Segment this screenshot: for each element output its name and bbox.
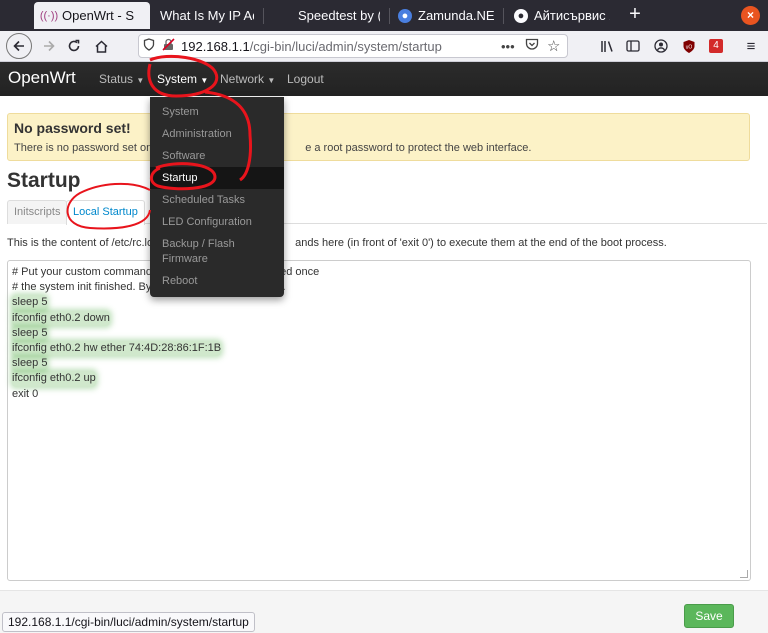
url-path: /cgi-bin/luci/admin/system/startup: [249, 38, 442, 54]
page-actions-icon[interactable]: •••: [501, 39, 515, 54]
alert-text-start: There is no password set on: [14, 142, 153, 154]
script-line: exit 0: [12, 387, 746, 402]
pocket-icon[interactable]: [525, 38, 539, 54]
luci-top-bar: OpenWrt Status ▼ System ▼ Network ▼ Logo…: [0, 62, 768, 96]
shield-icon[interactable]: [139, 38, 159, 54]
back-arrow-icon[interactable]: [6, 33, 32, 59]
menu-item-led-configuration[interactable]: LED Configuration: [150, 215, 284, 230]
page-viewport: OpenWrt Status ▼ System ▼ Network ▼ Logo…: [0, 62, 768, 633]
forward-arrow-icon[interactable]: [37, 34, 61, 58]
alert-text-end: e a root password to protect the web int…: [305, 142, 532, 154]
reload-icon[interactable]: [62, 34, 86, 58]
extension-badge-icon[interactable]: 4: [705, 35, 727, 57]
menu-item-software[interactable]: Software: [150, 149, 284, 164]
script-line-text: # Put your custom command: [12, 266, 153, 278]
script-line-text: sleep 5: [12, 356, 48, 372]
nav-logout[interactable]: Logout: [287, 72, 324, 86]
tab-initscripts[interactable]: Initscripts: [7, 200, 68, 224]
url-host: 192.168.1.1: [181, 38, 250, 54]
save-button[interactable]: Save: [684, 604, 734, 628]
script-line: ifconfig eth0.2 down: [12, 310, 746, 326]
new-tab-button[interactable]: +: [624, 4, 646, 26]
menu-item-label: Firmware: [162, 253, 208, 265]
extension-badge-count: 4: [709, 39, 723, 53]
brand-logo[interactable]: OpenWrt: [8, 68, 76, 88]
password-alert: No password set! There is no password se…: [7, 113, 750, 161]
nav-system-label: System: [157, 72, 198, 86]
tab-zamunda[interactable]: ● Zamunda.NET: [390, 2, 502, 29]
tab-itservice[interactable]: ● Айтисървис 2(: [506, 2, 618, 29]
tab-title: Zamunda.NET: [418, 8, 494, 23]
tab-separator: [263, 8, 264, 24]
script-line: sleep 5: [12, 295, 746, 311]
script-line: # Put your custom command ted once: [12, 265, 746, 280]
caret-down-icon: ▼: [200, 76, 209, 85]
home-icon[interactable]: [89, 34, 113, 58]
script-line-text: ifconfig eth0.2 hw ether 74:4D:28:86:1F:…: [12, 341, 222, 357]
script-line-text: ifconfig eth0.2 up: [12, 371, 96, 387]
tab-whatismyip[interactable]: What Is My IP Add: [152, 2, 262, 29]
description-end: ands here (in front of 'exit 0') to exec…: [295, 237, 667, 249]
hamburger-menu-icon[interactable]: ≡: [740, 35, 762, 57]
menu-item-backup-flash[interactable]: Backup / Flash Firmware: [150, 237, 284, 267]
rc-local-textarea[interactable]: # Put your custom command ted once # the …: [7, 260, 751, 581]
script-line: sleep 5: [12, 325, 746, 342]
caret-down-icon: ▼: [267, 76, 276, 85]
resize-grip-icon[interactable]: [740, 570, 748, 578]
globe-icon: ●: [398, 8, 412, 23]
menu-item-administration[interactable]: Administration: [150, 127, 284, 142]
alert-title: No password set!: [14, 120, 131, 136]
menu-item-label: Backup / Flash: [162, 238, 235, 250]
script-line: ifconfig eth0.2 hw ether 74:4D:28:86:1F:…: [12, 341, 746, 357]
script-line-text: # the system init finished. By: [12, 281, 152, 294]
tab-strip: ((·)) OpenWrt - S What Is My IP Add Spee…: [0, 0, 768, 31]
tab-openwrt[interactable]: ((·)) OpenWrt - S: [34, 2, 150, 29]
menu-item-reboot[interactable]: Reboot: [150, 274, 284, 289]
ublock-icon[interactable]: uO: [678, 35, 700, 57]
caret-down-icon: ▼: [136, 76, 145, 85]
menu-item-startup[interactable]: Startup: [150, 167, 284, 189]
tab-local-startup[interactable]: Local Startup: [66, 200, 145, 225]
script-line-text: ifconfig eth0.2 down: [12, 310, 110, 326]
browser-window: ((·)) OpenWrt - S What Is My IP Add Spee…: [0, 0, 768, 633]
close-window-icon[interactable]: ×: [741, 6, 760, 25]
link-status-bar: 192.168.1.1/cgi-bin/luci/admin/system/st…: [2, 612, 255, 632]
url-bar[interactable]: 192.168.1.1/cgi-bin/luci/admin/system/st…: [138, 34, 568, 58]
library-icon[interactable]: [596, 35, 618, 57]
tab-speedtest[interactable]: Speedtest by (: [270, 2, 388, 29]
tab-title: What Is My IP Add: [160, 8, 254, 23]
script-line: # the system init finished. Byg.: [12, 280, 746, 295]
bookmark-star-icon[interactable]: ☆: [547, 37, 560, 55]
tab-title: Speedtest by (: [298, 8, 380, 23]
tab-separator: [503, 8, 504, 24]
nav-status[interactable]: Status ▼: [99, 72, 144, 86]
script-line: sleep 5: [12, 356, 746, 372]
description-text: This is the content of /etc/rc.lo ands he…: [7, 237, 667, 249]
nav-system[interactable]: System ▼: [157, 72, 208, 86]
script-line: ifconfig eth0.2 up: [12, 371, 746, 387]
script-line-text: sleep 5: [12, 325, 48, 342]
nav-network-label: Network: [220, 72, 265, 86]
startup-tabs: Initscripts Local Startup: [7, 200, 767, 225]
nav-status-label: Status: [99, 72, 134, 86]
nav-toolbar: 192.168.1.1/cgi-bin/luci/admin/system/st…: [0, 31, 768, 62]
svg-text:uO: uO: [686, 44, 693, 50]
tab-title: Айтисървис 2(: [534, 8, 610, 23]
speedtest-icon: [278, 9, 292, 23]
account-icon[interactable]: [650, 35, 672, 57]
tab-title: OpenWrt - S: [62, 8, 135, 23]
github-icon: ●: [514, 8, 528, 23]
nav-network[interactable]: Network ▼: [220, 72, 275, 86]
script-line-text: sleep 5: [12, 295, 48, 311]
broadcast-icon: ((·)): [39, 9, 59, 22]
page-title: Startup: [7, 169, 81, 192]
system-dropdown: System Administration Software Startup S…: [150, 97, 284, 297]
menu-item-scheduled-tasks[interactable]: Scheduled Tasks: [150, 193, 284, 208]
description-start: This is the content of /etc/rc.lo: [7, 237, 154, 249]
menu-item-system[interactable]: System: [150, 105, 284, 120]
sidebar-icon[interactable]: [622, 35, 644, 57]
script-line-text: exit 0: [12, 387, 39, 400]
insecure-lock-icon[interactable]: [159, 38, 177, 54]
